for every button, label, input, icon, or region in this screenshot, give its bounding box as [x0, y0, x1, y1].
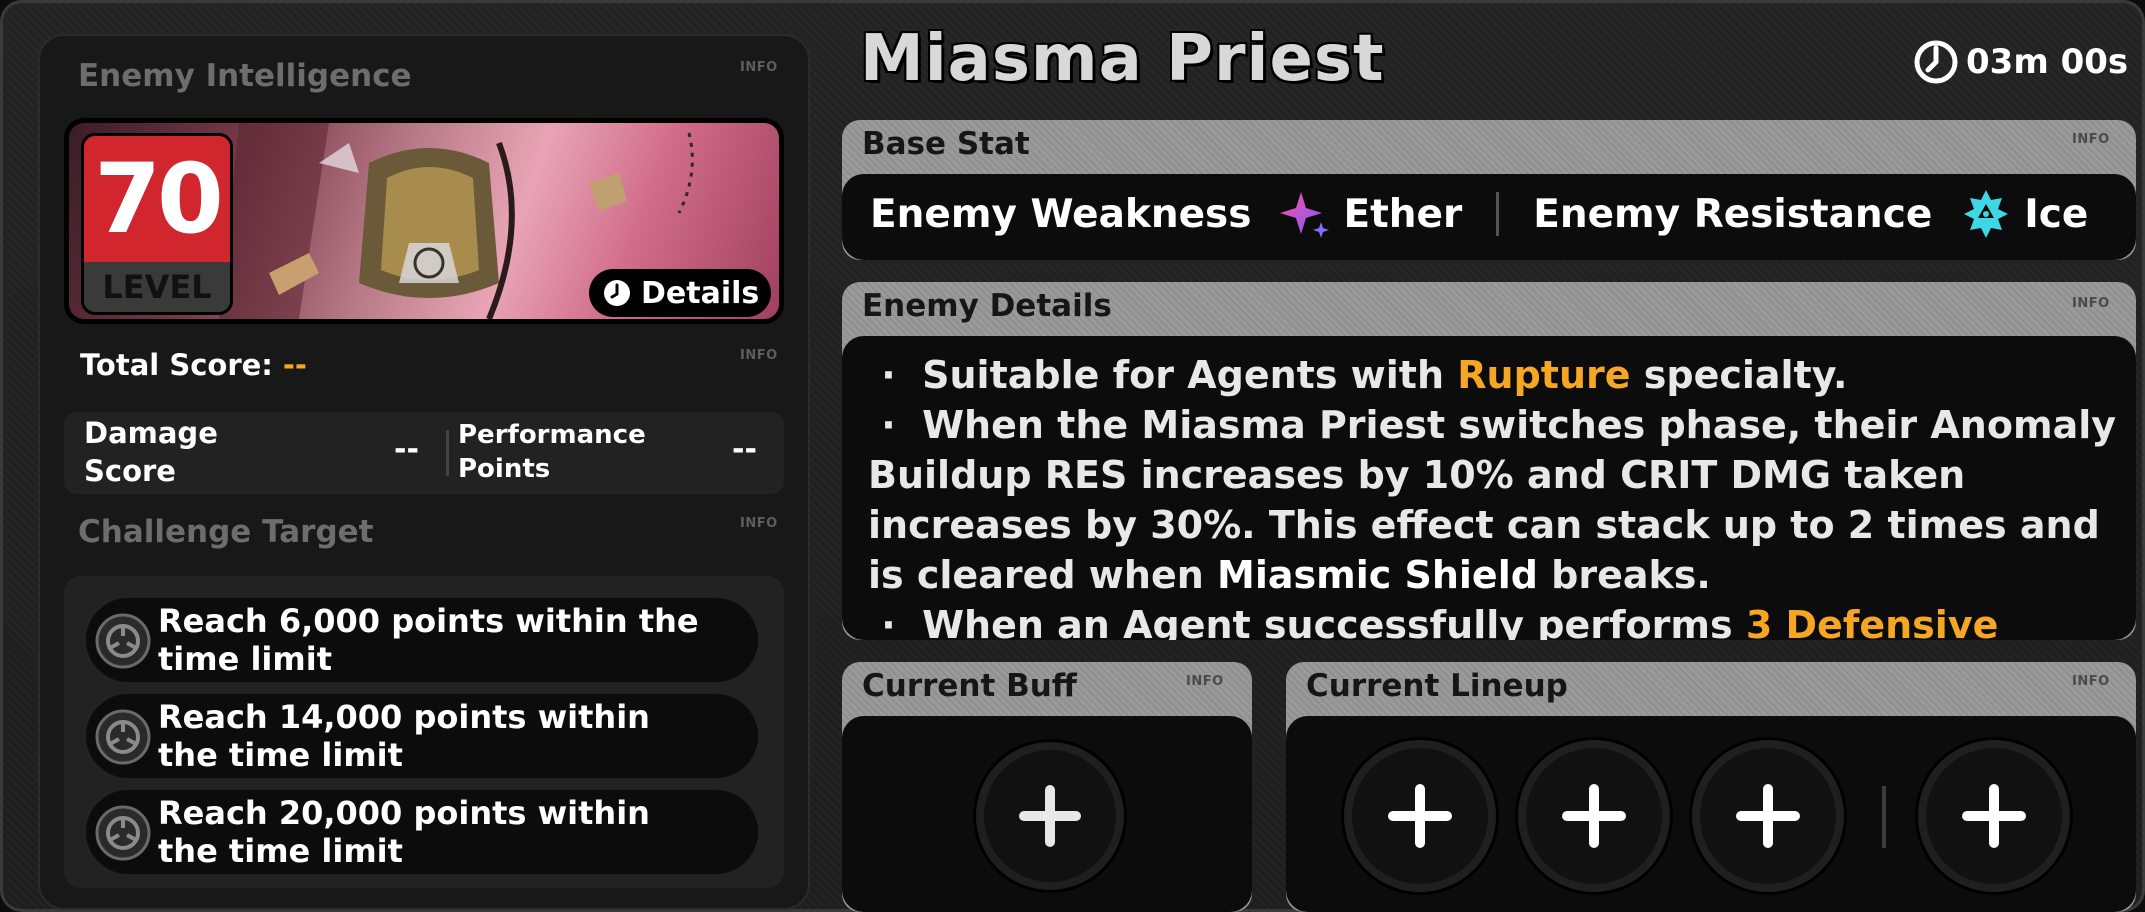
lineup-divider: [1882, 786, 1886, 848]
target-badge-icon: [95, 613, 151, 669]
enemy-details-body[interactable]: · Suitable for Agents with Rupture speci…: [842, 336, 2136, 640]
info-tag[interactable]: INFO: [1186, 674, 1224, 689]
base-stat-title: Base Stat: [862, 126, 1030, 162]
total-score-label: Total Score:: [80, 348, 273, 382]
performance-points-label: Performance Points: [458, 420, 646, 484]
current-lineup-title: Current Lineup: [1306, 668, 1568, 704]
current-buff-body: [842, 716, 1252, 912]
challenge-target-title: Challenge Target: [78, 514, 374, 550]
damage-score-value: --: [394, 432, 419, 467]
info-tag[interactable]: INFO: [2072, 674, 2110, 689]
total-score: Total Score: --: [80, 348, 307, 382]
score-breakdown: Damage Score -- Performance Points --: [64, 412, 784, 494]
enemy-intelligence-title: Enemy Intelligence: [78, 58, 412, 94]
lineup-slot-3[interactable]: [1692, 740, 1844, 892]
bangboo-slot[interactable]: [1918, 740, 2070, 892]
enemy-details-text: · Suitable for Agents with Rupture speci…: [868, 350, 2118, 640]
details-line-1-prefix: Suitable for Agents with: [922, 353, 1445, 397]
info-tag[interactable]: INFO: [740, 60, 778, 75]
level-badge: 70 LEVEL: [81, 133, 233, 315]
current-buff-panel: Current Buff INFO: [842, 662, 1252, 912]
challenge-target-item: Reach 20,000 points within the time limi…: [86, 790, 758, 874]
defensive-highlight: 3 Defensive: [1745, 603, 1999, 640]
enemy-details-panel: Enemy Details INFO · Suitable for Agents…: [842, 282, 2136, 640]
miasmic-shield-term: Miasmic Shield: [1217, 553, 1538, 597]
base-stat-body: Enemy Weakness Ether Enemy Resistance Ic…: [842, 174, 2136, 260]
plus-icon: [1962, 784, 2026, 848]
time-limit: 03m 00s: [1912, 38, 2128, 86]
plus-icon: [1019, 785, 1081, 847]
plus-icon: [1562, 784, 1626, 848]
info-tag[interactable]: INFO: [2072, 132, 2110, 147]
challenge-target-list: Reach 6,000 points within the time limit…: [64, 576, 784, 888]
enemy-weakness-label: Enemy Weakness: [870, 191, 1252, 237]
level-value: 70: [84, 136, 230, 262]
damage-score-label: Damage Score: [84, 416, 218, 488]
resistance-element: Ice: [2024, 191, 2089, 237]
weakness-element: Ether: [1343, 191, 1463, 237]
details-button[interactable]: Details: [589, 269, 771, 317]
lineup-slot-2[interactable]: [1518, 740, 1670, 892]
stat-divider: [1496, 192, 1500, 236]
enemy-details-title: Enemy Details: [862, 288, 1112, 324]
score-divider: [446, 430, 449, 476]
level-label: LEVEL: [84, 262, 230, 312]
timer-icon: [1914, 40, 1958, 84]
details-line-2-suffix: breaks.: [1551, 553, 1711, 597]
info-tag[interactable]: INFO: [740, 516, 778, 531]
challenge-target-text: Reach 6,000 points within the time limit: [158, 602, 699, 678]
challenge-target-text: Reach 14,000 points within the time limi…: [158, 698, 650, 774]
ether-element-icon: [1280, 192, 1330, 238]
performance-points-value: --: [732, 432, 757, 467]
base-stat-panel: Base Stat INFO Enemy Weakness Ether Enem…: [842, 120, 2136, 260]
details-line-1: · Suitable for Agents with Rupture speci…: [868, 350, 2118, 400]
info-tag[interactable]: INFO: [2072, 296, 2110, 311]
details-line-3: · When an Agent successfully performs 3 …: [868, 600, 2118, 640]
total-score-value: --: [282, 348, 307, 382]
target-badge-icon: [95, 805, 151, 861]
bullet: ·: [881, 403, 896, 447]
plus-icon: [1388, 784, 1452, 848]
info-tag[interactable]: INFO: [740, 348, 778, 363]
target-badge-icon: [95, 709, 151, 765]
challenge-target-text: Reach 20,000 points within the time limi…: [158, 794, 650, 870]
enemy-name-title: Miasma Priest: [860, 22, 1385, 96]
details-line-2: · When the Miasma Priest switches phase,…: [868, 400, 2118, 600]
lineup-slot-1[interactable]: [1344, 740, 1496, 892]
enemy-intelligence-panel: Enemy Intelligence INFO 70 LEVEL Details: [38, 34, 810, 910]
enemy-portrait-card[interactable]: 70 LEVEL Details: [64, 118, 784, 324]
challenge-target-item: Reach 14,000 points within the time limi…: [86, 694, 758, 778]
add-buff-button[interactable]: [976, 742, 1124, 890]
rupture-highlight: Rupture: [1457, 353, 1631, 397]
current-lineup-body: [1286, 716, 2136, 912]
bullet: ·: [881, 353, 896, 397]
timer-value: 03m 00s: [1966, 42, 2129, 82]
challenge-target-item: Reach 6,000 points within the time limit: [86, 598, 758, 682]
ice-element-icon: [1964, 190, 2009, 238]
bullet: ·: [881, 603, 896, 640]
details-line-1-suffix: specialty.: [1643, 353, 1848, 397]
plus-icon: [1736, 784, 1800, 848]
details-line-3-prefix: When an Agent successfully performs: [922, 603, 1733, 640]
enemy-resistance-label: Enemy Resistance: [1533, 191, 1933, 237]
clock-icon: [604, 280, 630, 306]
current-lineup-panel: Current Lineup INFO: [1286, 662, 2136, 912]
base-stat-row: Enemy Weakness Ether Enemy Resistance Ic…: [870, 188, 2088, 240]
current-buff-title: Current Buff: [862, 668, 1077, 704]
details-button-label: Details: [641, 275, 760, 311]
